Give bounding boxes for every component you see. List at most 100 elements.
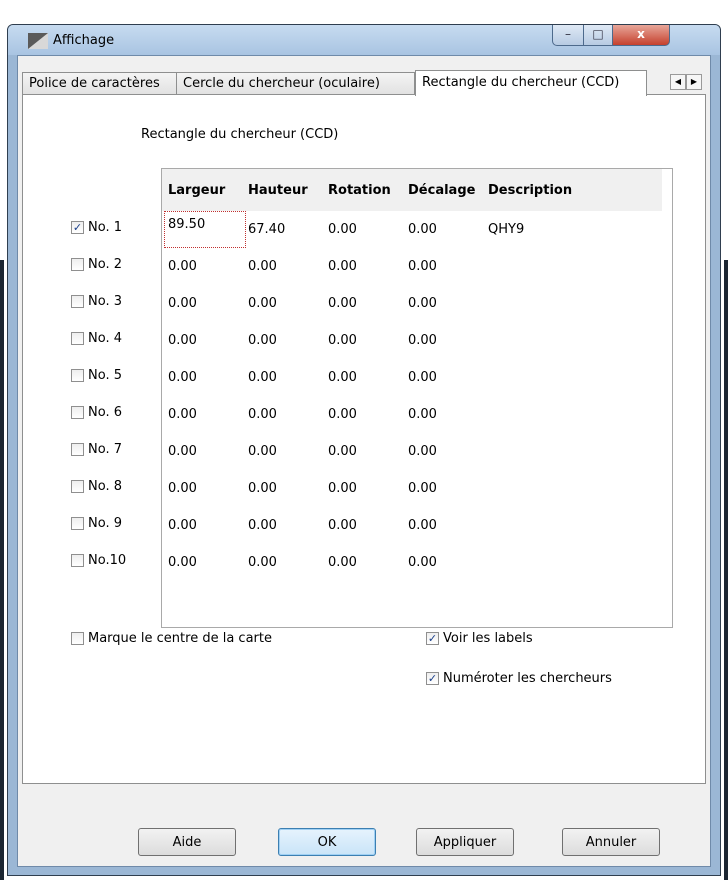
cell-rotation[interactable]: 0.00: [328, 259, 357, 274]
checkbox-box[interactable]: [71, 632, 84, 645]
row-10-checkbox[interactable]: No.10: [71, 553, 126, 568]
cell-rotation[interactable]: 0.00: [328, 555, 357, 570]
checkbox-box[interactable]: [71, 480, 84, 493]
cell-width[interactable]: 0.00: [168, 296, 197, 311]
tab-strip: Police de caractères Cercle du chercheur…: [22, 70, 708, 96]
cell-rotation[interactable]: 0.00: [328, 481, 357, 496]
cell-offset[interactable]: 0.00: [408, 444, 437, 459]
cell-offset[interactable]: 0.00: [408, 296, 437, 311]
row-5-checkbox[interactable]: No. 5: [71, 368, 122, 383]
cell-offset[interactable]: 0.00: [408, 481, 437, 496]
show-labels-checkbox[interactable]: ✓ Voir les labels: [426, 631, 533, 646]
column-header-height: Hauteur: [248, 183, 308, 198]
checkbox-box[interactable]: ✓: [426, 632, 439, 645]
cell-height[interactable]: 0.00: [248, 259, 277, 274]
column-header-width: Largeur: [168, 183, 226, 198]
close-button[interactable]: x: [612, 25, 670, 46]
cell-rotation[interactable]: 0.00: [328, 333, 357, 348]
cancel-button[interactable]: Annuler: [562, 828, 660, 856]
checkbox-box[interactable]: [71, 406, 84, 419]
cell-offset[interactable]: 0.00: [408, 518, 437, 533]
checkbox-box[interactable]: ✓: [426, 672, 439, 685]
checkbox-box[interactable]: [71, 517, 84, 530]
cell-width[interactable]: 0.00: [168, 555, 197, 570]
cell-width[interactable]: 0.00: [168, 333, 197, 348]
checkbox-box[interactable]: [71, 554, 84, 567]
cell-rotation[interactable]: 0.00: [328, 444, 357, 459]
checkbox-box[interactable]: [71, 332, 84, 345]
ok-button[interactable]: OK: [278, 828, 376, 856]
cell-height[interactable]: 0.00: [248, 518, 277, 533]
checkbox-box[interactable]: ✓: [71, 221, 84, 234]
cell-rotation[interactable]: 0.00: [328, 222, 357, 237]
tab-scroll-right-button[interactable]: ▶: [686, 74, 702, 90]
cell-width[interactable]: 0.00: [168, 259, 197, 274]
background-frame-right: [724, 260, 728, 880]
column-header-description: Description: [488, 183, 573, 198]
row-4-checkbox[interactable]: No. 4: [71, 331, 122, 346]
background-frame-left: [0, 260, 4, 880]
cell-height[interactable]: 67.40: [248, 222, 285, 237]
cell-rotation[interactable]: 0.00: [328, 407, 357, 422]
cell-width[interactable]: 0.00: [168, 444, 197, 459]
cell-offset[interactable]: 0.00: [408, 555, 437, 570]
row-7-checkbox[interactable]: No. 7: [71, 442, 122, 457]
row-1-checkbox[interactable]: ✓ No. 1: [71, 220, 122, 235]
cell-offset[interactable]: 0.00: [408, 333, 437, 348]
cell-height[interactable]: 0.00: [248, 555, 277, 570]
help-button[interactable]: Aide: [138, 828, 236, 856]
cell-height[interactable]: 0.00: [248, 481, 277, 496]
cell-height[interactable]: 0.00: [248, 333, 277, 348]
row-2-checkbox[interactable]: No. 2: [71, 257, 122, 272]
cell-rotation[interactable]: 0.00: [328, 518, 357, 533]
cell-width[interactable]: 89.50: [164, 211, 246, 248]
cell-width[interactable]: 0.00: [168, 481, 197, 496]
arrow-left-icon: ◀: [674, 77, 682, 86]
number-finders-checkbox[interactable]: ✓ Numéroter les chercheurs: [426, 671, 612, 686]
cell-height[interactable]: 0.00: [248, 370, 277, 385]
row-label: No.10: [88, 553, 127, 568]
cell-width[interactable]: 0.00: [168, 370, 197, 385]
tab-scroll-left-button[interactable]: ◀: [670, 74, 686, 90]
row-label: No. 9: [88, 516, 122, 531]
checkbox-box[interactable]: [71, 443, 84, 456]
cell-offset[interactable]: 0.00: [408, 407, 437, 422]
tab-panel: Rectangle du chercheur (CCD) Largeur Hau…: [22, 94, 706, 784]
cell-rotation[interactable]: 0.00: [328, 370, 357, 385]
option-label: Voir les labels: [443, 631, 533, 646]
cell-rotation[interactable]: 0.00: [328, 296, 357, 311]
cell-width[interactable]: 0.00: [168, 407, 197, 422]
cell-offset[interactable]: 0.00: [408, 370, 437, 385]
row-8-checkbox[interactable]: No. 8: [71, 479, 122, 494]
checkbox-box[interactable]: [71, 369, 84, 382]
tab-font[interactable]: Police de caractères: [22, 72, 177, 94]
minimize-button[interactable]: –: [552, 25, 584, 46]
row-label: No. 3: [88, 294, 122, 309]
row-9-checkbox[interactable]: No. 9: [71, 516, 122, 531]
close-icon: x: [637, 27, 645, 41]
cell-offset[interactable]: 0.00: [408, 259, 437, 274]
cell-height[interactable]: 0.00: [248, 296, 277, 311]
panel-title: Rectangle du chercheur (CCD): [141, 127, 339, 142]
tab-ccd-rectangle[interactable]: Rectangle du chercheur (CCD): [415, 70, 647, 96]
row-3-checkbox[interactable]: No. 3: [71, 294, 122, 309]
row-6-checkbox[interactable]: No. 6: [71, 405, 122, 420]
cell-height[interactable]: 0.00: [248, 444, 277, 459]
row-label: No. 2: [88, 257, 122, 272]
cell-height[interactable]: 0.00: [248, 407, 277, 422]
checkbox-box[interactable]: [71, 258, 84, 271]
tab-eyepiece-circle[interactable]: Cercle du chercheur (oculaire): [176, 72, 415, 94]
option-label: Marque le centre de la carte: [88, 631, 272, 646]
cell-width[interactable]: 0.00: [168, 518, 197, 533]
maximize-icon: □: [592, 27, 604, 41]
center-mark-checkbox[interactable]: Marque le centre de la carte: [71, 631, 272, 646]
button-bar: Aide OK Appliquer Annuler: [22, 790, 706, 862]
checkbox-box[interactable]: [71, 295, 84, 308]
maximize-button[interactable]: □: [583, 25, 613, 46]
apply-button[interactable]: Appliquer: [416, 828, 514, 856]
row-label: No. 4: [88, 331, 122, 346]
cell-offset[interactable]: 0.00: [408, 222, 437, 237]
arrow-right-icon: ▶: [690, 77, 698, 86]
column-header-rotation: Rotation: [328, 183, 391, 198]
cell-description[interactable]: QHY9: [488, 222, 524, 237]
